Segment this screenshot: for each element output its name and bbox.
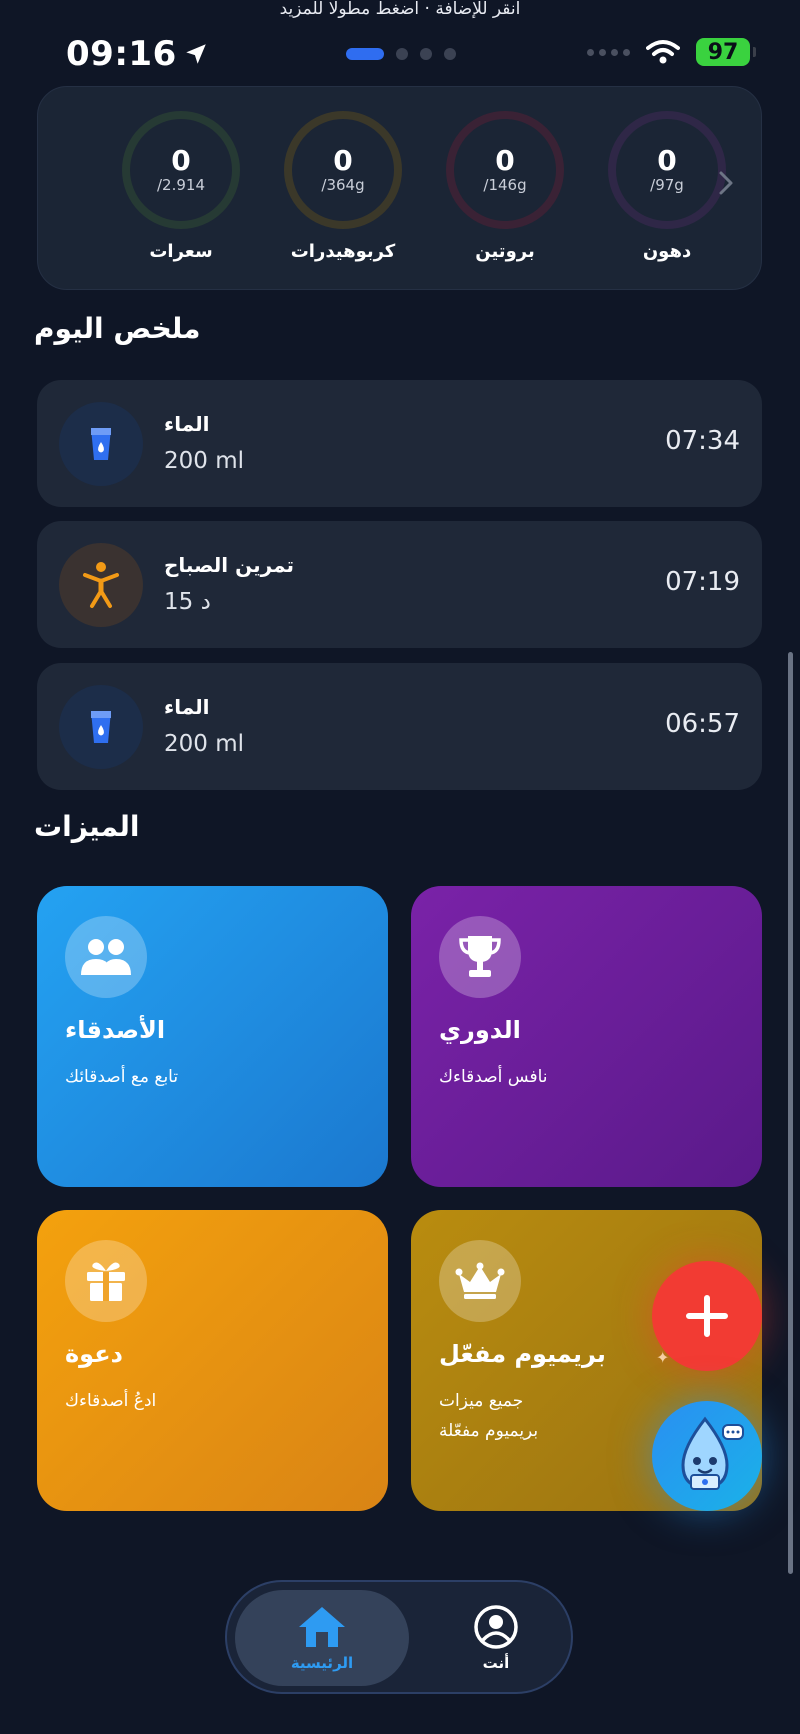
log-entry-detail: 200 ml <box>164 731 245 757</box>
hint-banner: انقر للإضافة · اضغط مطولا للمزيد <box>279 0 521 19</box>
friends-icon <box>65 916 147 998</box>
macro-calories[interactable]: 0 /2.914 سعرات <box>121 111 241 262</box>
bottom-nav: الرئيسية أنت <box>225 1580 573 1694</box>
protein-goal: /146g <box>483 176 527 194</box>
cellular-signal-icon <box>587 48 630 56</box>
page-dot <box>444 48 456 60</box>
page-indicator[interactable] <box>346 48 456 60</box>
summary-title: ملخص اليوم <box>34 312 201 345</box>
macro-carbs[interactable]: 0 /364g كربوهيدرات <box>283 111 403 262</box>
nav-you-tab[interactable]: أنت <box>427 1590 565 1686</box>
invite-subtitle: ادعُ أصدقاءك <box>65 1391 157 1411</box>
profile-icon <box>474 1605 518 1649</box>
log-entry-time: 06:57 <box>665 709 740 739</box>
page-dot <box>396 48 408 60</box>
chevron-right-icon[interactable] <box>717 169 735 197</box>
carbs-label: كربوهيدرات <box>290 241 396 262</box>
invite-title: دعوة <box>65 1340 123 1368</box>
macro-protein[interactable]: 0 /146g بروتين <box>445 111 565 262</box>
log-entry-name: الماء <box>164 695 210 719</box>
macros-card[interactable]: 0 /2.914 سعرات 0 /364g كربوهيدرات 0 /146… <box>37 86 762 290</box>
scrollbar[interactable] <box>788 652 793 1574</box>
log-entry-detail: 200 ml <box>164 448 245 474</box>
log-entry-time: 07:19 <box>665 567 740 597</box>
log-entry-time: 07:34 <box>665 426 740 456</box>
water-glass-icon <box>59 402 143 486</box>
protein-label: بروتين <box>475 241 535 262</box>
nav-you-label: أنت <box>482 1654 510 1672</box>
carbs-goal: /364g <box>321 176 365 194</box>
calories-value: 0 <box>171 144 191 177</box>
gift-icon <box>65 1240 147 1322</box>
friends-subtitle: تابع مع أصدقائك <box>65 1067 179 1087</box>
friends-title: الأصدقاء <box>65 1016 166 1044</box>
crown-icon <box>439 1240 521 1322</box>
log-entry-water-2[interactable]: الماء 200 ml 06:57 <box>37 663 762 790</box>
nav-home-label: الرئيسية <box>290 1654 354 1672</box>
league-title: الدوري <box>439 1016 521 1044</box>
protein-ring: 0 /146g <box>446 111 564 229</box>
water-glass-icon <box>59 685 143 769</box>
macro-fat[interactable]: 0 /97g دهون <box>607 111 727 262</box>
battery-icon: 97 <box>696 38 756 66</box>
clock-text: 09:16 <box>66 34 177 74</box>
calories-goal: /2.914 <box>157 176 205 194</box>
premium-subtitle: جميع ميزات بريميوم مفعّلة <box>439 1391 539 1441</box>
nav-home-tab[interactable]: الرئيسية <box>235 1590 409 1686</box>
log-entry-exercise[interactable]: تمرين الصباح 15 د 07:19 <box>37 521 762 648</box>
status-indicators: 97 <box>587 38 756 66</box>
wifi-icon <box>646 40 680 64</box>
calories-ring: 0 /2.914 <box>122 111 240 229</box>
trophy-icon <box>439 916 521 998</box>
assistant-button[interactable] <box>652 1401 762 1511</box>
carbs-value: 0 <box>333 144 353 177</box>
league-card[interactable]: الدوري نافس أصدقاءك <box>411 886 762 1187</box>
log-entry-name: الماء <box>164 412 210 436</box>
exercise-person-icon <box>59 543 143 627</box>
app-screen: انقر للإضافة · اضغط مطولا للمزيد 09:16 9… <box>0 0 800 1734</box>
premium-title: بريميوم مفعّل <box>439 1340 606 1368</box>
protein-value: 0 <box>495 144 515 177</box>
battery-level: 97 <box>707 39 739 65</box>
log-entry-detail: 15 د <box>164 589 211 615</box>
log-entry-name: تمرين الصباح <box>164 553 294 577</box>
log-entry-water-1[interactable]: الماء 200 ml 07:34 <box>37 380 762 507</box>
calories-label: سعرات <box>149 241 213 262</box>
features-title: الميزات <box>34 810 140 843</box>
status-time: 09:16 <box>66 34 209 74</box>
page-dot-active <box>346 48 384 60</box>
friends-card[interactable]: الأصدقاء تابع مع أصدقائك <box>37 886 388 1187</box>
location-arrow-icon <box>185 44 206 64</box>
water-mascot-icon <box>681 1416 744 1490</box>
league-subtitle: نافس أصدقاءك <box>439 1067 548 1087</box>
fat-value: 0 <box>657 144 677 177</box>
fat-goal: /97g <box>650 176 684 194</box>
plus-icon <box>686 1295 728 1337</box>
fat-label: دهون <box>642 241 692 262</box>
home-icon <box>299 1607 345 1647</box>
carbs-ring: 0 /364g <box>284 111 402 229</box>
fat-ring: 0 /97g <box>608 111 726 229</box>
add-entry-button[interactable] <box>652 1261 762 1371</box>
page-dot <box>420 48 432 60</box>
invite-card[interactable]: دعوة ادعُ أصدقاءك <box>37 1210 388 1511</box>
